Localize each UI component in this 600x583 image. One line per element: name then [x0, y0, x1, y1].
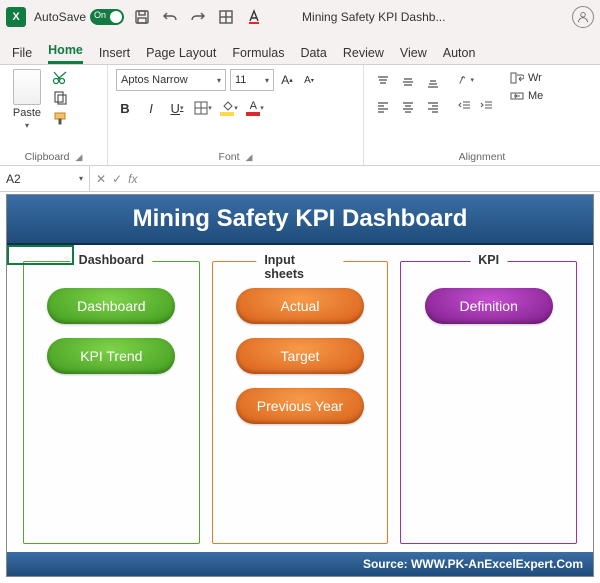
nav-button-actual[interactable]: Actual	[236, 288, 364, 324]
panel-kpi: KPI Definition	[400, 261, 577, 544]
dashboard-body: Dashboard Dashboard KPI Trend Input shee…	[7, 245, 593, 552]
merge-center-button[interactable]: Me	[510, 89, 543, 103]
autosave-toggle[interactable]: AutoSave On	[34, 9, 124, 25]
wrap-text-button[interactable]: Wr	[510, 71, 543, 85]
worksheet-area[interactable]: Mining Safety KPI Dashboard Dashboard Da…	[0, 192, 600, 583]
dashboard-title: Mining Safety KPI Dashboard	[7, 195, 593, 245]
dashboard-footer: Source: WWW.PK-AnExcelExpert.Com	[7, 552, 593, 576]
tab-file[interactable]: File	[12, 46, 32, 64]
nav-button-target[interactable]: Target	[236, 338, 364, 374]
align-bottom-icon[interactable]	[422, 71, 444, 93]
tab-view[interactable]: View	[400, 46, 427, 64]
ribbon: Paste ▾ Clipboard ◢ Aptos Narrow▾ 11▾ A▴ …	[0, 64, 600, 166]
group-clipboard: Paste ▾ Clipboard ◢	[0, 65, 108, 165]
panel-input-sheets: Input sheets Actual Target Previous Year	[212, 261, 389, 544]
dialog-launcher-icon[interactable]: ◢	[246, 152, 253, 163]
cut-icon[interactable]	[52, 71, 70, 85]
nav-button-definition[interactable]: Definition	[425, 288, 553, 324]
enter-formula-icon[interactable]: ✓	[112, 172, 122, 186]
clipboard-group-label: Clipboard	[25, 151, 70, 163]
ribbon-tabs: File Home Insert Page Layout Formulas Da…	[0, 34, 600, 64]
undo-icon[interactable]	[160, 7, 180, 27]
borders-icon[interactable]	[216, 7, 236, 27]
align-left-icon[interactable]	[372, 96, 394, 118]
tab-formulas[interactable]: Formulas	[232, 46, 284, 64]
paste-icon	[13, 69, 41, 105]
align-top-icon[interactable]	[372, 71, 394, 93]
dashboard-container: Mining Safety KPI Dashboard Dashboard Da…	[6, 194, 594, 577]
align-right-icon[interactable]	[422, 96, 444, 118]
nav-button-dashboard[interactable]: Dashboard	[47, 288, 175, 324]
save-icon[interactable]	[132, 7, 152, 27]
font-color-icon[interactable]: A▾	[246, 99, 264, 117]
italic-button[interactable]: I	[142, 99, 160, 117]
paste-label: Paste	[13, 107, 41, 119]
chevron-down-icon: ▾	[265, 76, 269, 85]
font-color-qat-icon[interactable]	[244, 7, 264, 27]
alignment-group-label: Alignment	[459, 151, 506, 163]
increase-font-icon[interactable]: A▴	[278, 71, 296, 89]
group-font: Aptos Narrow▾ 11▾ A▴ A▾ B I U▾ ▾ ▾ A▾ Fo…	[108, 65, 364, 165]
fx-icon[interactable]: fx	[128, 172, 137, 186]
formula-input[interactable]	[143, 166, 600, 191]
tab-home[interactable]: Home	[48, 43, 83, 64]
chevron-down-icon: ▾	[217, 76, 221, 85]
align-center-icon[interactable]	[397, 96, 419, 118]
nav-button-previous-year[interactable]: Previous Year	[236, 388, 364, 424]
paste-button[interactable]: Paste ▾	[8, 69, 46, 130]
panel-title: KPI	[470, 253, 507, 267]
underline-button[interactable]: U▾	[168, 99, 186, 117]
name-box[interactable]: A2▾	[0, 166, 90, 191]
format-painter-icon[interactable]	[52, 111, 70, 125]
formula-bar: A2▾ ✕ ✓ fx	[0, 166, 600, 192]
tab-data[interactable]: Data	[300, 46, 326, 64]
borders-button-icon[interactable]: ▾	[194, 99, 212, 117]
align-middle-icon[interactable]	[397, 71, 419, 93]
toggle-switch-icon[interactable]: On	[90, 9, 124, 25]
panel-title: Input sheets	[256, 253, 343, 281]
fill-color-icon[interactable]: ▾	[220, 99, 238, 117]
user-account-icon[interactable]	[572, 6, 594, 28]
copy-icon[interactable]	[52, 91, 70, 105]
tab-automate[interactable]: Auton	[443, 46, 476, 64]
chevron-down-icon: ▾	[25, 121, 29, 130]
tab-review[interactable]: Review	[343, 46, 384, 64]
orientation-icon[interactable]: ▾	[456, 71, 474, 89]
decrease-font-icon[interactable]: A▾	[300, 71, 318, 89]
cancel-formula-icon[interactable]: ✕	[96, 172, 106, 186]
panel-dashboard: Dashboard Dashboard KPI Trend	[23, 261, 200, 544]
dialog-launcher-icon[interactable]: ◢	[76, 152, 83, 163]
panel-title: Dashboard	[71, 253, 152, 267]
autosave-label: AutoSave	[34, 10, 86, 24]
chevron-down-icon: ▾	[79, 174, 83, 183]
redo-icon[interactable]	[188, 7, 208, 27]
increase-indent-icon[interactable]	[478, 97, 496, 115]
active-cell-indicator	[7, 245, 74, 265]
nav-button-kpi-trend[interactable]: KPI Trend	[47, 338, 175, 374]
font-name-select[interactable]: Aptos Narrow▾	[116, 69, 226, 91]
font-group-label: Font	[219, 151, 240, 163]
bold-button[interactable]: B	[116, 99, 134, 117]
tab-page-layout[interactable]: Page Layout	[146, 46, 216, 64]
tab-insert[interactable]: Insert	[99, 46, 130, 64]
app-logo-icon: X	[6, 7, 26, 27]
title-bar: X AutoSave On Mining Safety KPI Dashb...	[0, 0, 600, 34]
document-title: Mining Safety KPI Dashb...	[302, 10, 564, 24]
group-alignment: ▾ Wr Me Alignment	[364, 65, 600, 165]
decrease-indent-icon[interactable]	[456, 97, 474, 115]
font-size-select[interactable]: 11▾	[230, 69, 274, 91]
